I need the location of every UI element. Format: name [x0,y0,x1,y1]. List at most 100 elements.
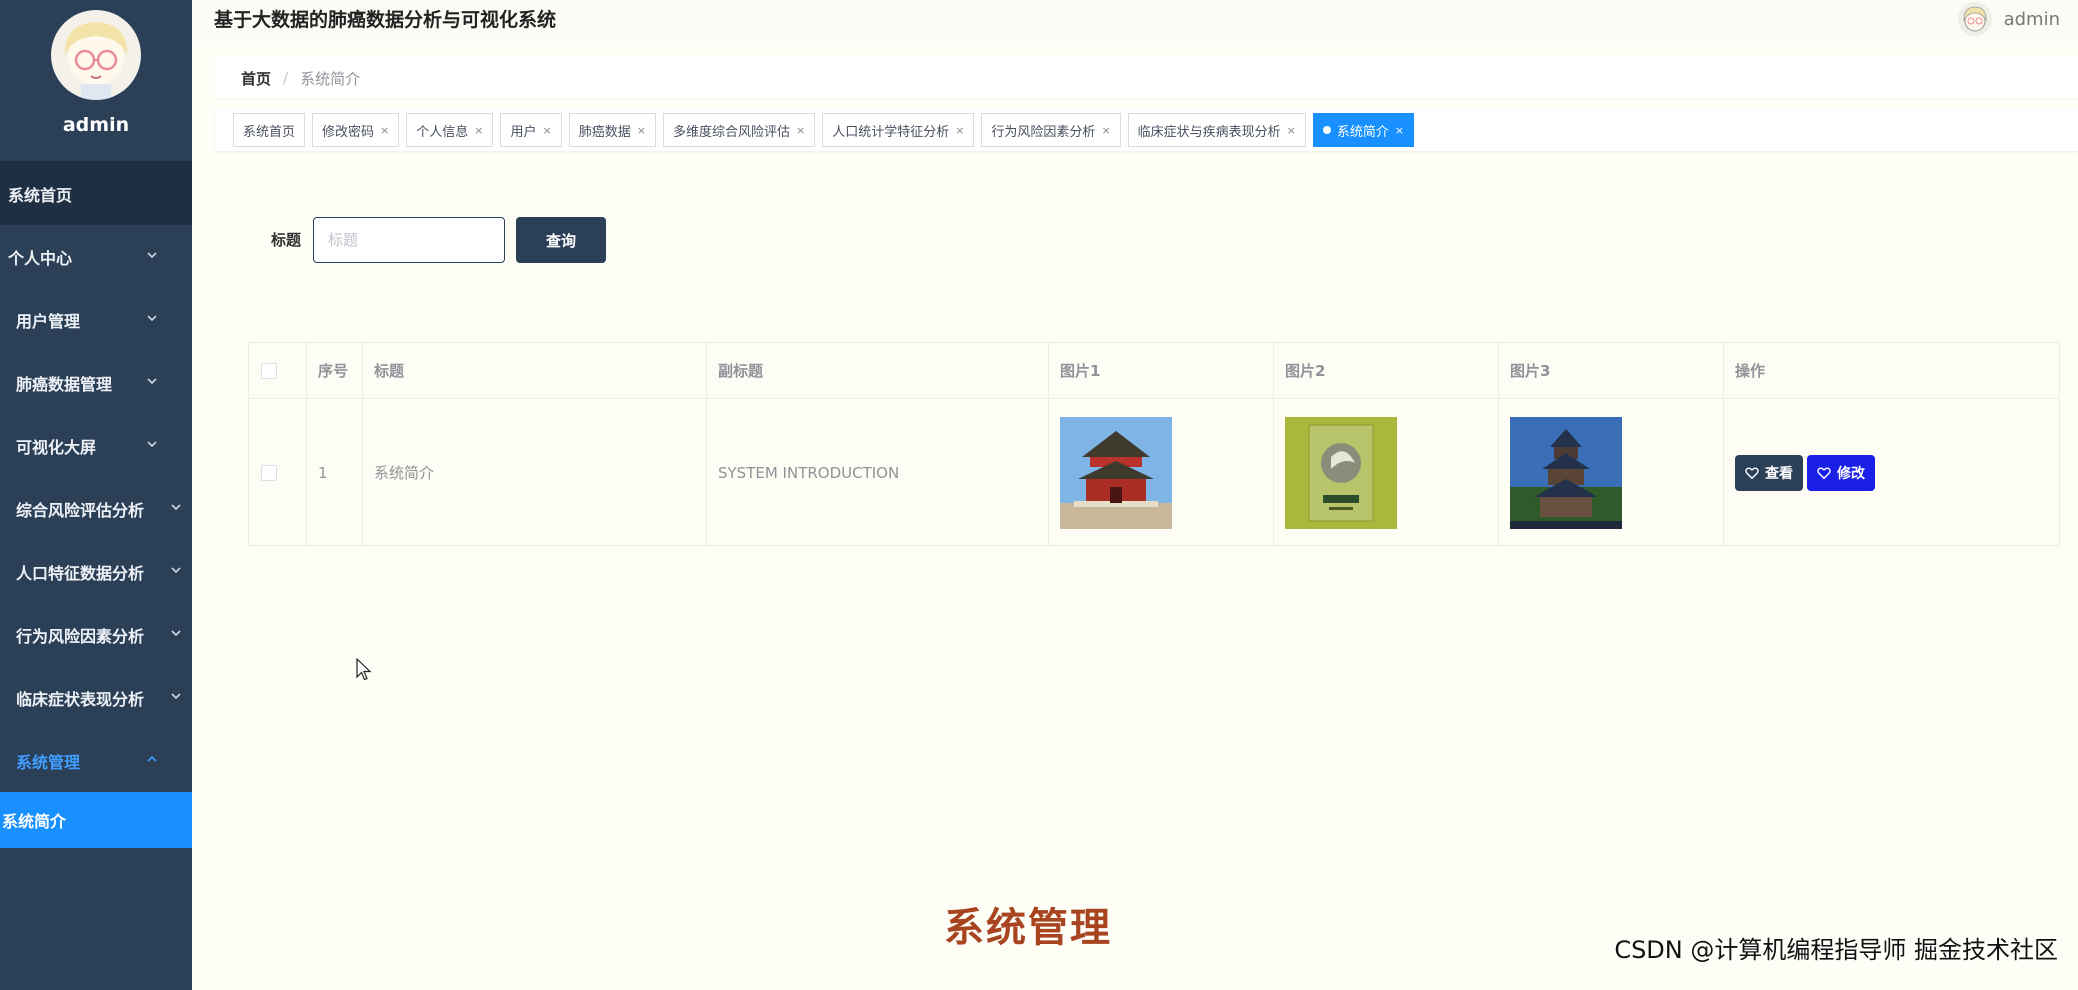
row-subtitle: SYSTEM INTRODUCTION [707,399,1049,546]
tab-risk-assessment[interactable]: 多维度综合风险评估 × [662,113,816,147]
row-image-1-cell [1049,399,1274,546]
tab-label: 用户 [510,124,537,140]
table-header: 序号 标题 副标题 图片1 图片2 图片3 操作 [249,343,2059,399]
close-icon[interactable]: × [380,124,389,137]
app-title: 基于大数据的肺癌数据分析与可视化系统 [214,9,557,31]
row-image-3-cell [1499,399,1724,546]
heart-icon [1817,466,1831,479]
header-cell: 标题 [363,343,707,398]
mouse-cursor-icon [356,658,372,681]
user-avatar[interactable] [1957,2,1992,36]
sidebar-item-users[interactable]: 用户管理 [0,288,192,351]
sidebar-item-label: 用户管理 [16,311,81,331]
sidebar-item-system[interactable]: 系统管理 [0,729,192,792]
chevron-down-icon [147,252,157,259]
chevron-down-icon [171,504,181,511]
chevron-down-icon [171,693,181,700]
header-cell: 副标题 [707,343,1049,398]
row-checkbox[interactable] [261,464,277,481]
tab-label: 系统简介 [1336,124,1389,140]
data-table: 序号 标题 副标题 图片1 图片2 图片3 操作 1 系统简介 SYSTEM I… [248,342,2060,546]
sidebar-item-label: 可视化大屏 [16,437,97,457]
sidebar-item-risk-analysis[interactable]: 综合风险评估分析 [0,477,192,540]
user-menu[interactable]: admin [1957,2,2060,36]
sidebar-item-demographics[interactable]: 人口特征数据分析 [0,540,192,603]
tab-system-intro[interactable]: 系统简介 × [1312,113,1415,147]
breadcrumb: 首页 / 系统简介 [215,58,2078,98]
header-cell: 操作 [1735,362,1766,380]
breadcrumb-separator: / [283,69,289,87]
close-icon[interactable]: × [955,124,964,137]
row-index: 1 [307,399,363,546]
sidebar-item-label: 系统管理 [16,752,81,772]
search-label: 标题 [271,231,302,249]
close-icon[interactable]: × [543,124,552,137]
tab-change-password[interactable]: 修改密码 × [312,113,400,147]
tab-home[interactable]: 系统首页 [233,113,306,147]
breadcrumb-current: 系统简介 [300,69,361,88]
row-checkbox-cell [249,399,307,546]
sidebar-item-label: 个人中心 [8,248,73,268]
row-actions: 查看 修改 [1724,399,2059,546]
tab-personal-info[interactable]: 个人信息 × [406,113,494,147]
search-button[interactable]: 查询 [516,217,606,263]
tab-label: 临床症状与疾病表现分析 [1137,124,1281,140]
chevron-down-icon [147,315,157,322]
row-image-2-cell [1274,399,1499,546]
close-icon[interactable]: × [637,124,646,137]
select-all-checkbox[interactable] [261,362,277,379]
edit-button[interactable]: 修改 [1807,454,1875,491]
edit-button-label: 修改 [1837,465,1865,482]
sidebar-item-lung-data[interactable]: 肺癌数据管理 [0,351,192,414]
sidebar-item-clinical[interactable]: 临床症状表现分析 [0,666,192,729]
sidebar-item-behavior[interactable]: 行为风险因素分析 [0,603,192,666]
tab-clinical[interactable]: 临床症状与疾病表现分析 × [1127,113,1306,147]
header-cell: 序号 [307,343,363,398]
tab-label: 行为风险因素分析 [991,124,1096,140]
tab-demographics[interactable]: 人口统计学特征分析 × [822,113,975,147]
close-icon[interactable]: × [796,124,805,137]
breadcrumb-home[interactable]: 首页 [241,68,271,89]
sidebar-item-label: 系统简介 [2,812,67,831]
tab-label: 肺癌数据 [578,124,631,140]
sidebar-menu: 系统首页 个人中心 用户管理 肺癌数据管理 可视化大屏 综合风险评估分析 人口特… [0,162,192,848]
sidebar-item-label: 系统首页 [8,185,73,205]
view-button[interactable]: 查看 [1735,454,1803,491]
active-dot-icon [1322,126,1331,134]
sidebar-subitem-system-intro[interactable]: 系统简介 [0,792,192,848]
tab-label: 修改密码 [322,124,375,140]
watermark: CSDN @计算机编程指导师 掘金技术社区 [1614,936,2058,964]
tags-bar: 系统首页 修改密码 × 个人信息 × 用户 × 肺癌数据 × 多维度综合风险评估 × 人口… [215,109,2078,151]
tab-users[interactable]: 用户 × [500,113,562,147]
image-1-thumbnail[interactable] [1060,416,1172,529]
avatar[interactable] [51,10,141,100]
profile-block: admin [0,0,192,162]
chevron-down-icon [171,567,181,574]
search-input[interactable] [313,217,505,263]
tab-label: 个人信息 [416,124,469,140]
close-icon[interactable]: × [1395,124,1404,137]
header-cell: 图片3 [1499,343,1724,398]
sidebar-item-label: 行为风险因素分析 [16,626,145,646]
sidebar-item-personal-center[interactable]: 个人中心 [0,225,192,288]
close-icon[interactable]: × [474,124,483,137]
view-button-label: 查看 [1765,465,1793,482]
sidebar-item-label: 综合风险评估分析 [16,500,145,520]
sidebar-item-home[interactable]: 系统首页 [0,162,192,225]
image-3-thumbnail[interactable] [1510,416,1622,529]
tab-label: 系统首页 [243,124,296,140]
close-icon[interactable]: × [1287,124,1296,137]
sidebar-item-dashboard[interactable]: 可视化大屏 [0,414,192,477]
sidebar-item-label: 临床症状表现分析 [16,689,145,709]
close-icon[interactable]: × [1101,124,1110,137]
table-row: 1 系统简介 SYSTEM INTRODUCTION 查看 修改 [249,399,2059,546]
tab-lung-data[interactable]: 肺癌数据 × [568,113,656,147]
image-2-thumbnail[interactable] [1285,416,1397,529]
profile-name: admin [62,114,130,136]
tab-label: 多维度综合风险评估 [672,124,790,140]
chevron-down-icon [147,441,157,448]
row-title: 系统简介 [363,399,707,546]
top-header: 基于大数据的肺癌数据分析与可视化系统 admin [192,0,2078,42]
chevron-down-icon [171,630,181,637]
tab-behavior[interactable]: 行为风险因素分析 × [981,113,1121,147]
